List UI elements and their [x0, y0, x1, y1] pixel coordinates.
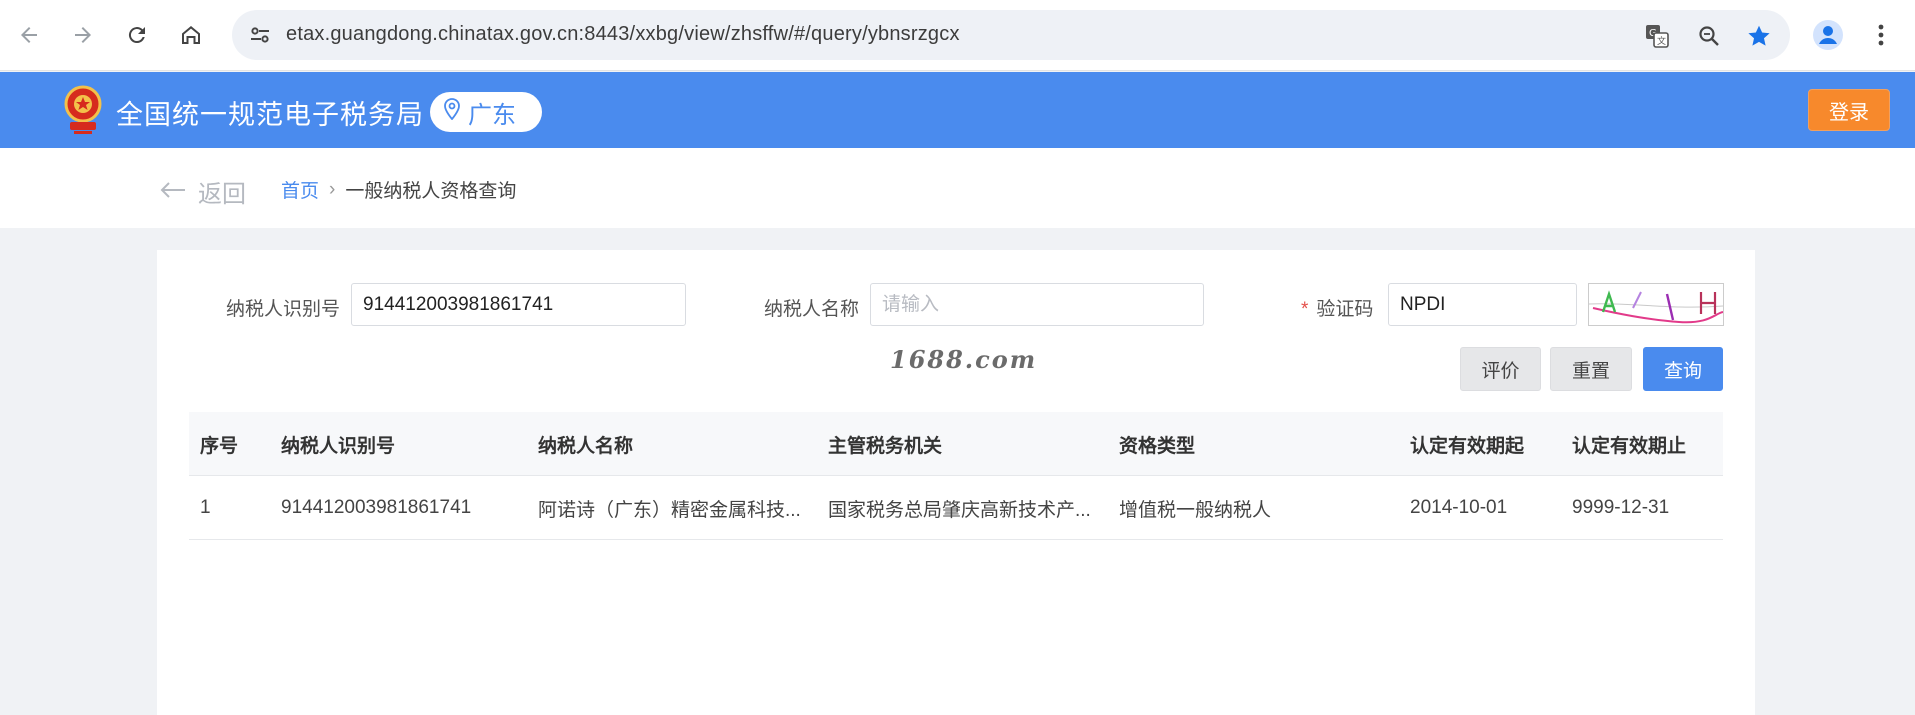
taxpayer-id-input[interactable] — [351, 283, 686, 326]
taxpayer-name-input[interactable] — [870, 283, 1204, 326]
cell-taxpayer-name: 阿诺诗（广东）精密金属科技... — [538, 499, 801, 521]
svg-text:文: 文 — [1657, 35, 1666, 47]
back-label: 返回 — [198, 181, 246, 208]
left-arrow-icon — [160, 178, 186, 206]
kebab-icon[interactable] — [1866, 17, 1896, 53]
tune-icon[interactable] — [246, 21, 274, 49]
translate-icon[interactable]: G 文 — [1642, 21, 1672, 51]
captcha-label-group: * 验证码 — [1301, 294, 1373, 321]
header-valid-to: 认定有效期止 — [1572, 435, 1687, 457]
evaluate-button[interactable]: 评价 — [1460, 347, 1541, 391]
url-text[interactable]: etax.guangdong.chinatax.gov.cn:8443/xxbg… — [286, 23, 960, 46]
home-icon[interactable] — [172, 16, 210, 54]
captcha-input[interactable] — [1388, 283, 1577, 326]
table-row[interactable]: 1 914412003981861741 阿诺诗（广东）精密金属科技... 国家… — [189, 476, 1723, 540]
site-title: 全国统一规范电子税务局 — [116, 100, 424, 130]
region-label: 广东 — [468, 101, 516, 129]
browser-toolbar: etax.guangdong.chinatax.gov.cn:8443/xxbg… — [0, 0, 1915, 71]
cell-tax-authority: 国家税务总局肇庆高新技术产... — [828, 499, 1091, 521]
star-icon[interactable] — [1744, 21, 1774, 51]
person-icon[interactable] — [1810, 17, 1846, 53]
breadcrumb-current: 一般纳税人资格查询 — [345, 181, 517, 202]
location-pin-icon — [444, 97, 460, 127]
login-button[interactable]: 登录 — [1808, 89, 1890, 131]
breadcrumb: 首页 › 一般纳税人资格查询 — [281, 176, 516, 203]
breadcrumb-separator: › — [329, 178, 336, 200]
cell-valid-from: 2014-10-01 — [1410, 497, 1508, 518]
taxpayer-name-label: 纳税人名称 — [764, 299, 860, 320]
header-tax-authority: 主管税务机关 — [828, 435, 943, 457]
header-taxpayer-id: 纳税人识别号 — [281, 435, 396, 457]
watermark-text: 1688.com — [890, 345, 1038, 374]
table-header: 序号 纳税人识别号 纳税人名称 主管税务机关 资格类型 认定有效期起 认定有效期… — [189, 412, 1723, 476]
back-button[interactable]: 返回 — [160, 174, 246, 209]
national-emblem-icon — [60, 84, 106, 136]
address-bar[interactable]: etax.guangdong.chinatax.gov.cn:8443/xxbg… — [232, 10, 1790, 60]
captcha-image[interactable] — [1588, 283, 1724, 326]
cell-valid-to: 9999-12-31 — [1572, 497, 1670, 518]
taxpayer-id-label: 纳税人识别号 — [226, 299, 341, 320]
cell-index: 1 — [200, 497, 211, 518]
header-taxpayer-name: 纳税人名称 — [538, 435, 634, 457]
query-button[interactable]: 查询 — [1643, 347, 1723, 391]
header-index: 序号 — [200, 435, 239, 457]
breadcrumb-home-link[interactable]: 首页 — [281, 176, 319, 203]
back-arrow-icon[interactable] — [10, 16, 48, 54]
cell-qualification-type: 增值税一般纳税人 — [1119, 499, 1272, 521]
header-qualification-type: 资格类型 — [1119, 435, 1196, 457]
reset-button[interactable]: 重置 — [1550, 347, 1632, 391]
region-selector[interactable]: 广东 — [430, 92, 542, 132]
header-valid-from: 认定有效期起 — [1410, 435, 1525, 457]
captcha-label: 验证码 — [1316, 299, 1374, 320]
cell-taxpayer-id: 914412003981861741 — [281, 497, 472, 518]
results-table: 序号 纳税人识别号 纳税人名称 主管税务机关 资格类型 认定有效期起 认定有效期… — [189, 412, 1723, 540]
reload-icon[interactable] — [118, 16, 156, 54]
forward-arrow-icon[interactable] — [64, 16, 102, 54]
zoom-icon[interactable] — [1694, 21, 1724, 51]
required-mark: * — [1301, 299, 1309, 320]
